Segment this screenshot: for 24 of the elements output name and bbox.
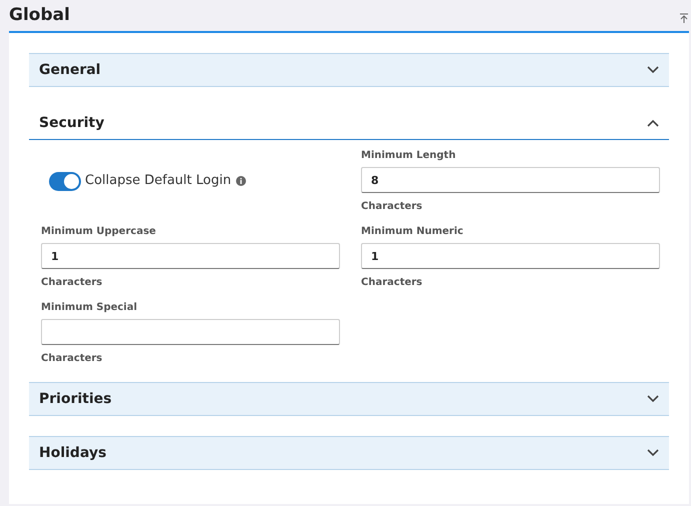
input-field[interactable]: 1: [41, 243, 340, 269]
unit-label: Characters: [41, 276, 104, 290]
page-title: Global: [9, 4, 70, 27]
input-field[interactable]: [41, 319, 340, 345]
toggle-label: Collapse Default Login: [85, 172, 232, 190]
unit-label: Characters: [361, 200, 424, 214]
section-header[interactable]: Priorities: [29, 382, 669, 416]
field-label: Minimum Special: [41, 301, 138, 315]
input-field[interactable]: 1: [361, 243, 660, 269]
toggle-switch[interactable]: [49, 172, 81, 190]
info-icon[interactable]: [236, 176, 246, 186]
collapse-icon[interactable]: [679, 13, 689, 24]
section-header[interactable]: Holidays: [29, 436, 669, 470]
field-label: Minimum Length: [361, 149, 457, 163]
chevron-up-icon: [647, 119, 659, 127]
field-label: Minimum Numeric: [361, 225, 464, 239]
unit-label: Characters: [361, 276, 424, 290]
chevron-down-icon: [647, 66, 659, 74]
chevron-down-icon: [647, 395, 659, 403]
input-field[interactable]: 8: [361, 167, 660, 193]
chevron-down-icon: [647, 449, 659, 457]
section-header[interactable]: General: [29, 53, 669, 87]
unit-label: Characters: [41, 352, 104, 366]
field-label: Minimum Uppercase: [41, 225, 157, 239]
